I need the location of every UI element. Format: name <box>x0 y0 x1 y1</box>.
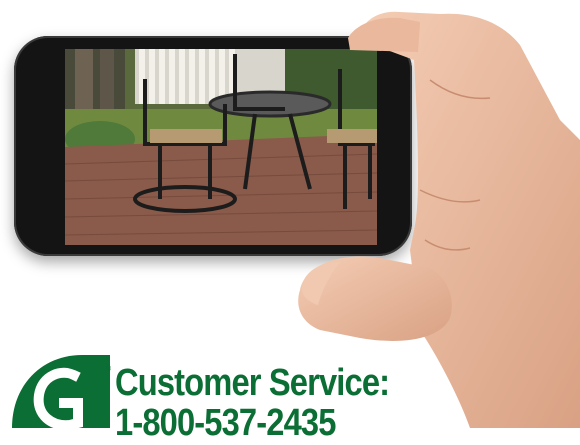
customer-service-phone-number[interactable]: 1-800-537-2435 <box>115 402 336 445</box>
customer-service-title: Customer Service: <box>115 362 390 404</box>
promo-graphic: ® Customer Service: 1-800-537-2435 <box>0 0 580 444</box>
g-brand-logo-icon <box>12 355 110 428</box>
registered-mark: ® <box>106 366 112 373</box>
